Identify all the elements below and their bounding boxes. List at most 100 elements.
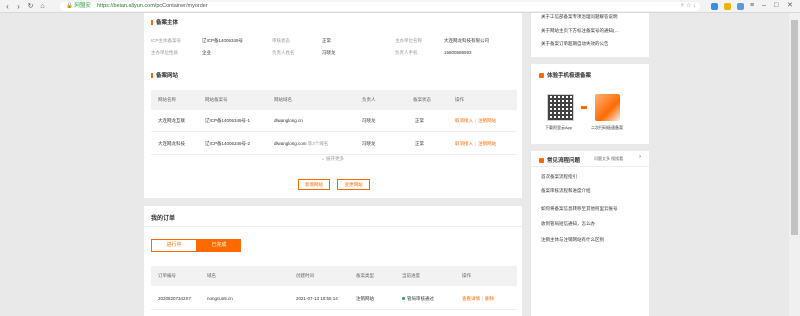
field-value: 企业 — [202, 50, 211, 55]
minimize-icon[interactable]: – — [762, 1, 766, 11]
column-header: 当前进度 — [402, 273, 420, 278]
record-card: 备案主体 ICP主体备案号 辽ICP备14006349号 审核状态 正常 主办单… — [144, 13, 522, 198]
order-domain: nongcun5.cn — [207, 296, 233, 301]
url-text: https://beian.aliyun.com/pcContainer/myo… — [97, 3, 208, 10]
chevron-right-icon[interactable]: › — [639, 154, 641, 160]
site-domain: dlwanglong.com 等3个域名 — [274, 141, 329, 146]
order-id: 20208207342S7 — [158, 296, 192, 301]
reload-icon[interactable]: ↻ — [26, 2, 35, 11]
browser-toolbar: ‹ › ↻ ⌂ 🔒 网盟安 https://beian.aliyun.com/p… — [0, 0, 800, 13]
url-host: https://beian.aliyun.com — [97, 3, 155, 9]
order-type: 注销网站 — [356, 296, 374, 301]
site-icp: 辽ICP备14006349号-2 — [205, 141, 251, 146]
success-dot-icon — [402, 296, 405, 300]
announcement-link[interactable]: 关于网站主页下方标注备案号的通知(… — [541, 28, 619, 34]
field-value: 大连网龙科技有限公司 — [444, 38, 489, 43]
field-label: 负责人姓名 — [272, 50, 295, 55]
bookmark-star-icon[interactable]: ⚡ ☆ ↓ — [680, 3, 696, 10]
faq-item[interactable]: 首次备案流程指引 — [541, 174, 577, 180]
tab-completed[interactable]: 已完成 — [197, 239, 241, 252]
site-name: 大连网龙互联 — [158, 118, 185, 123]
add-site-button[interactable]: 新增网站 — [298, 179, 330, 190]
site-domain: dlwanglong.cn — [274, 118, 303, 123]
site-actions: 取消接入 | 注销网站 — [455, 118, 497, 123]
tab-in-progress[interactable]: 进行中 — [151, 239, 197, 252]
domain-extra[interactable]: 等3个域名 — [308, 141, 329, 146]
expand-more-link[interactable]: ⌄ 展开更多 — [321, 156, 344, 162]
phone-caption: 二次扫码极速备案 — [591, 125, 623, 130]
scrollbar-thumb[interactable] — [791, 20, 798, 235]
phone-preview-image — [595, 94, 620, 121]
field-value: 正常 — [322, 38, 331, 43]
sites-section-title: 备案网站 — [151, 71, 178, 79]
delete-link[interactable]: 删除 — [485, 296, 494, 301]
site-actions: 取消接入 | 注销网站 — [455, 141, 497, 146]
menu-icon[interactable]: ≡ — [750, 1, 754, 11]
field-value: 15800589593 — [444, 50, 472, 55]
field-label: 负责人手机 — [395, 50, 418, 55]
site-status: 正常 — [415, 118, 424, 123]
back-icon[interactable]: ‹ — [3, 2, 12, 11]
site-person: 冯晓龙 — [362, 118, 376, 123]
faq-card: 常见流程问题 问题太多 搜搜看 › 首次备案流程指引 备案审核流程和进度介绍 如… — [531, 151, 649, 316]
table-row: 大连网龙科技 辽ICP备14006349号-2 dlwanglong.com 等… — [151, 133, 517, 155]
close-icon[interactable]: ✕ — [787, 1, 793, 11]
column-header: 备案状态 — [413, 97, 431, 102]
faq-item[interactable]: 注销主体与注销网站有什么区别 — [541, 237, 604, 243]
site-person: 冯晓龙 — [362, 141, 376, 146]
column-header: 网站域名 — [274, 97, 292, 102]
faq-title: 常见流程问题 — [539, 156, 580, 164]
orders-table-header: 订单编号 域名 创建时间 备案类型 当前进度 操作 — [151, 266, 517, 286]
cancel-access-link[interactable]: 取消接入 — [455, 141, 473, 146]
column-header: 网站备案号 — [205, 97, 228, 102]
column-header: 网站名称 — [158, 97, 176, 102]
forward-icon[interactable]: › — [14, 2, 23, 11]
column-header: 负责人 — [362, 97, 376, 102]
column-header: 订单编号 — [158, 273, 176, 278]
order-time: 2021-07-13 10:55:14 — [296, 296, 338, 301]
column-header: 备案类型 — [356, 273, 374, 278]
arrow-right-icon — [581, 106, 587, 109]
field-value: 冯晓龙 — [322, 50, 336, 55]
field-label: 主办单位名称 — [395, 38, 422, 43]
table-row: 20208207342S7 nongcun5.cn 2021-07-13 10:… — [151, 288, 517, 310]
column-header: 域名 — [207, 273, 216, 278]
extension-icon[interactable] — [737, 3, 744, 10]
home-icon[interactable]: ⌂ — [38, 2, 47, 11]
field-label: 审核状态 — [272, 38, 290, 43]
qr-code-image — [547, 94, 574, 121]
sites-table-header: 网站名称 网站备案号 网站域名 负责人 备案状态 操作 — [151, 90, 517, 110]
faq-item[interactable]: 备案审核流程和进度介绍 — [541, 188, 591, 194]
url-path: /pcContainer/myorder — [154, 3, 208, 9]
announcement-link[interactable]: 关于备案订单超期自动失效的公告 — [541, 41, 609, 47]
mobile-record-card: 体验手机极速备案 下载阿里云App 二次扫码极速备案 — [531, 64, 649, 144]
order-actions: 查看详情 | 删除 — [462, 296, 495, 301]
maximize-icon[interactable]: □ — [774, 1, 778, 11]
orders-card: 我的订单 进行中 已完成 订单编号 域名 创建时间 备案类型 当前进度 操作 2… — [144, 206, 522, 316]
site-icp: 辽ICP备14006349号-1 — [205, 118, 251, 123]
order-progress: 管局审核通过 — [402, 296, 434, 302]
divider — [144, 226, 522, 227]
cancel-site-link[interactable]: 注销网站 — [478, 141, 496, 146]
extension-icon[interactable] — [711, 3, 718, 10]
site-name: 大连网龙科技 — [158, 141, 185, 146]
faq-search-link[interactable]: 问题太多 搜搜看 — [594, 156, 623, 162]
extension-icon[interactable] — [724, 3, 731, 10]
field-label: ICP主体备案号 — [151, 38, 182, 43]
subject-section-title: 备案主体 — [151, 18, 178, 26]
faq-item[interactable]: 如何将备案信息转移至其他阿里云账号 — [541, 206, 618, 212]
qr-caption: 下载阿里云App — [545, 125, 573, 130]
orders-title: 我的订单 — [151, 216, 176, 222]
column-header: 创建时间 — [296, 273, 314, 278]
field-value: 辽ICP备14006349号 — [202, 38, 244, 43]
cancel-site-link[interactable]: 注销网站 — [478, 118, 496, 123]
field-label: 主办单位性质 — [151, 50, 178, 55]
faq-item[interactable]: 收到管局短信通知，怎么办 — [541, 221, 595, 227]
announcement-link[interactable]: 关于工信部备案专项治理问题解答说明 — [541, 14, 618, 20]
address-bar[interactable]: 🔒 网盟安 https://beian.aliyun.com/pcContain… — [60, 2, 700, 11]
view-details-link[interactable]: 查看详情 — [462, 296, 480, 301]
column-header: 操作 — [455, 97, 464, 102]
cancel-access-link[interactable]: 取消接入 — [455, 118, 473, 123]
site-status: 正常 — [415, 141, 424, 146]
change-site-button[interactable]: 变更网站 — [337, 179, 370, 190]
